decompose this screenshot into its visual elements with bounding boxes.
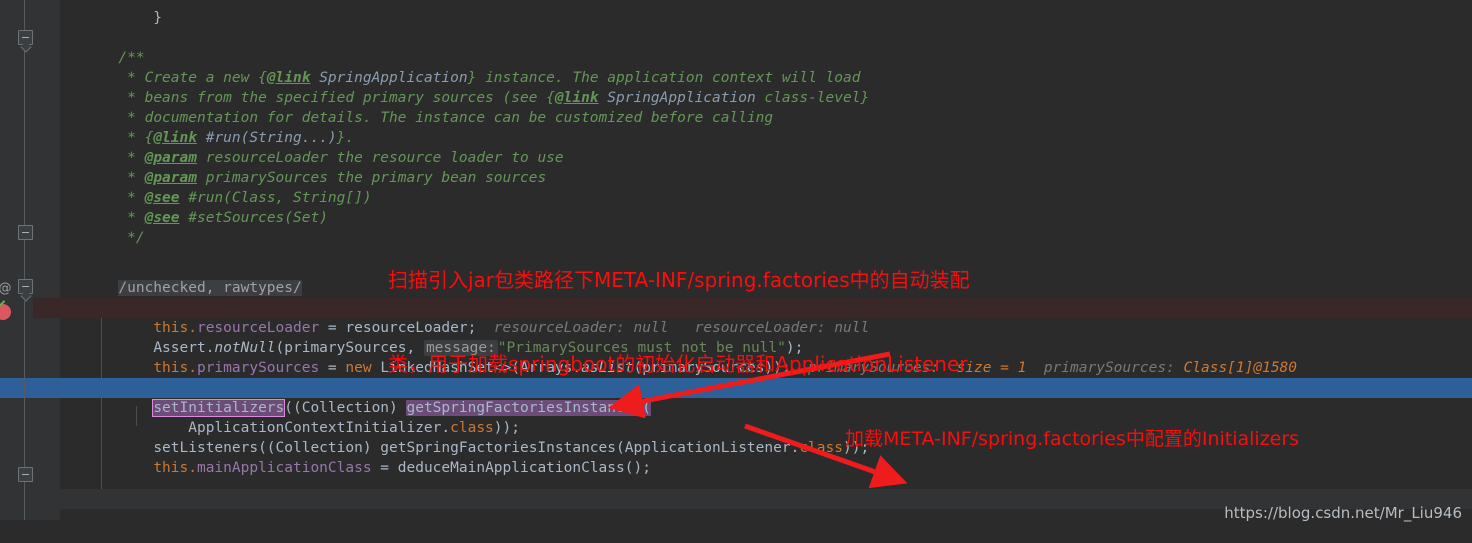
fold-marker-javadoc-end[interactable] (18, 225, 33, 240)
ide-editor-screenshot: } /** * Create a new {@link SpringApplic… (0, 0, 1472, 543)
fold-marker-javadoc-start[interactable] (18, 30, 33, 45)
code-line-javadoc-8[interactable]: * @see #setSources(Set) (60, 188, 1472, 226)
annotation-autoconfig-line-1: 扫描引入jar包类路径下META-INF/spring.factories中的自… (388, 268, 970, 292)
fold-marker-method-end[interactable] (18, 467, 33, 482)
annotation-at-icon[interactable]: @ (0, 281, 13, 297)
watermark-text: https://blog.csdn.net/Mr_Liu946 (1224, 504, 1462, 522)
code-token: } (118, 10, 163, 26)
code-line-javadoc-2[interactable]: * beans from the specified primary sourc… (60, 68, 1472, 106)
code-line-javadoc-6[interactable]: * @param primarySources the primary bean… (60, 148, 1472, 186)
watermark-bar (0, 520, 1472, 543)
code-token: */ (118, 230, 145, 246)
code-line-javadoc-open[interactable]: /** (60, 28, 1472, 66)
annotation-initializers-line-1: 加载META-INF/spring.factories中配置的Initializ… (845, 428, 1300, 450)
fold-rail-over-selection (24, 378, 25, 398)
code-line-partial-top[interactable]: } (60, 0, 1472, 26)
fold-rail (24, 0, 25, 543)
code-line-javadoc-1[interactable]: * Create a new {@link SpringApplication}… (60, 48, 1472, 86)
code-line-javadoc-3[interactable]: * documentation for details. The instanc… (60, 88, 1472, 126)
editor-gutter[interactable]: @ (0, 0, 60, 543)
breakpoint-check-icon (0, 298, 6, 308)
gutter-execution-highlight (33, 298, 60, 318)
code-line-javadoc-7[interactable]: * @see #run(Class, String[]) (60, 168, 1472, 206)
fold-rail-over-execution (24, 298, 25, 318)
fold-marker-method-start[interactable] (18, 279, 33, 294)
breakpoint-icon[interactable] (0, 298, 11, 320)
code-line-javadoc-4[interactable]: * {@link #run(String...)}. (60, 108, 1472, 146)
gutter-selection-highlight (0, 378, 60, 398)
code-line-javadoc-5[interactable]: * @param resourceLoader the resource loa… (60, 128, 1472, 166)
